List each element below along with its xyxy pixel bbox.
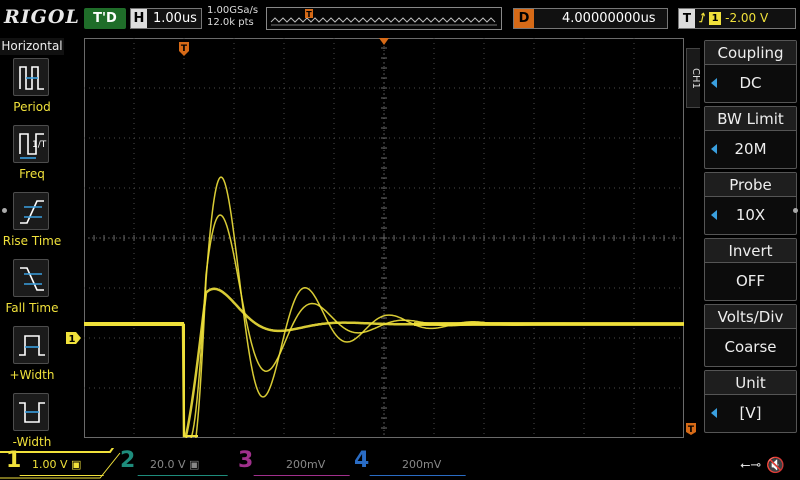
- coupling-softkey[interactable]: Coupling DC: [704, 40, 797, 103]
- usb-icon: ⭠⊸: [740, 458, 762, 473]
- memory-overview-strip[interactable]: T: [266, 7, 502, 30]
- ch1-offset-marker[interactable]: 1: [66, 331, 82, 345]
- left-arrow-icon: [711, 78, 717, 88]
- trigger-level-marker[interactable]: T: [685, 422, 697, 436]
- channel-2-status[interactable]: 2 20.0 V ▣: [120, 449, 241, 476]
- left-arrow-icon: [711, 144, 717, 154]
- measure-period[interactable]: Period: [0, 58, 64, 124]
- channel-3-status[interactable]: 3 200mV: [238, 449, 363, 476]
- left-arrow-icon: [711, 408, 717, 418]
- probe-softkey[interactable]: Probe 10X: [704, 172, 797, 235]
- negative-width-icon: [13, 393, 49, 431]
- dc-coupling-icon: ▣: [189, 458, 200, 471]
- frequency-icon: 1/T: [13, 125, 49, 163]
- dc-coupling-icon: ▣: [71, 458, 82, 471]
- delay-center-marker: [379, 38, 389, 45]
- measure-menu-title: Horizontal: [0, 38, 64, 55]
- channel-status-bar: 1 1.00 V ▣ 2 20.0 V ▣ 3 200mV 4 200mV ⭠⊸…: [0, 448, 800, 480]
- volts-div-softkey[interactable]: Volts/Div Coarse: [704, 304, 797, 367]
- memory-depth: 12.0k pts: [207, 17, 254, 28]
- rising-edge-icon: ⭜: [699, 11, 706, 25]
- svg-text:T: T: [688, 425, 695, 435]
- softkey-page-indicator: [793, 208, 798, 213]
- measure-menu: Horizontal Period 1/T Freq Rise Time Fal…: [0, 38, 64, 449]
- measure-positive-width[interactable]: +Width: [0, 326, 64, 392]
- trigger-position-marker[interactable]: T: [178, 41, 190, 57]
- memory-trigger-marker: T: [305, 9, 313, 19]
- memory-waveform-thumbnail: T: [270, 9, 497, 26]
- top-status-bar: RIGOL T'D H 1.00us 1.00GSa/s 12.0k pts T …: [0, 0, 800, 38]
- delay-label: D: [514, 9, 534, 28]
- svg-text:1: 1: [69, 334, 76, 345]
- memory-thumbnail-wave: [270, 17, 496, 23]
- unit-softkey[interactable]: Unit [V]: [704, 370, 797, 433]
- brand-logo: RIGOL: [4, 6, 80, 28]
- period-icon: [13, 58, 49, 96]
- delay-box[interactable]: D 4.00000000us: [513, 8, 668, 29]
- rise-time-icon: [13, 192, 49, 230]
- sample-rate: 1.00GSa/s: [207, 5, 259, 16]
- waveform-canvas: [83, 37, 685, 458]
- channel-4-status[interactable]: 4 200mV: [354, 449, 479, 476]
- positive-width-icon: [13, 326, 49, 364]
- trigger-source: 1: [709, 12, 722, 25]
- left-arrow-icon: [711, 210, 717, 220]
- svg-text:T: T: [306, 10, 312, 19]
- measure-fall-time[interactable]: Fall Time: [0, 259, 64, 325]
- channel-1-status[interactable]: 1 1.00 V ▣: [6, 449, 117, 476]
- invert-softkey[interactable]: Invert OFF: [704, 238, 797, 301]
- fall-time-icon: [13, 259, 49, 297]
- horizontal-label: H: [131, 9, 147, 28]
- speaker-muted-icon[interactable]: 🔇: [766, 456, 785, 474]
- measure-frequency[interactable]: 1/T Freq: [0, 125, 64, 191]
- trigger-label: T: [679, 9, 695, 28]
- channel-menu: Coupling DC BW Limit 20M Probe 10X Inver…: [700, 38, 800, 438]
- waveform-display[interactable]: [83, 37, 685, 458]
- run-status-badge[interactable]: T'D: [84, 8, 126, 29]
- delay-value: 4.00000000us: [562, 11, 656, 26]
- menu-page-indicator: [2, 208, 7, 213]
- bw-limit-softkey[interactable]: BW Limit 20M: [704, 106, 797, 169]
- horizontal-scale-value: 1.00us: [153, 11, 197, 26]
- trigger-box[interactable]: T ⭜ 1 -2.00 V: [678, 8, 796, 29]
- svg-text:1/T: 1/T: [32, 140, 47, 150]
- svg-text:T: T: [181, 44, 188, 54]
- trigger-level: -2.00 V: [725, 11, 769, 25]
- horizontal-scale-box[interactable]: H 1.00us: [130, 8, 202, 29]
- measure-rise-time[interactable]: Rise Time: [0, 192, 64, 258]
- acquisition-info: 1.00GSa/s 12.0k pts: [207, 5, 258, 29]
